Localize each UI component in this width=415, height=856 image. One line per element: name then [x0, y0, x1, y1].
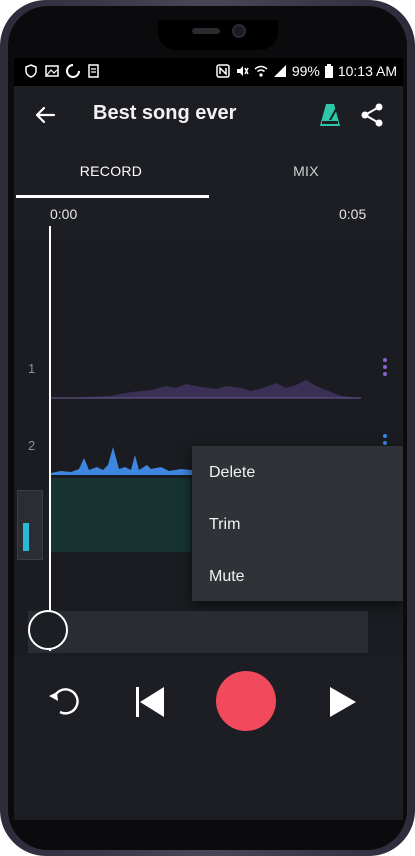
track-1-options-icon[interactable] — [383, 358, 389, 379]
play-icon[interactable] — [328, 685, 358, 719]
undo-icon[interactable] — [48, 686, 84, 718]
sync-icon — [66, 64, 80, 78]
track-2-region[interactable] — [51, 478, 191, 552]
time-end-label: 0:05 — [339, 206, 367, 222]
metronome-icon[interactable] — [318, 102, 342, 128]
notch — [158, 20, 278, 50]
mute-icon — [236, 66, 249, 76]
status-right-icons: 99% 10:13 AM — [216, 63, 397, 79]
input-level-meter — [17, 490, 43, 560]
transport-controls — [14, 658, 403, 820]
file-icon — [88, 64, 99, 78]
tab-record[interactable]: RECORD — [14, 144, 208, 198]
arrow-back-icon[interactable] — [32, 102, 58, 128]
menu-item-delete[interactable]: Delete — [209, 464, 255, 482]
shield-icon — [25, 64, 37, 78]
phone-frame: 99% 10:13 AM Best song ever RECORD MIX 0… — [0, 0, 415, 856]
track-1-number: 1 — [28, 361, 36, 376]
timeline-ruler: 0:00 0:05 — [14, 198, 403, 238]
input-level-fill — [23, 523, 29, 551]
tab-mix[interactable]: MIX — [209, 144, 403, 198]
track-2-number: 2 — [28, 438, 36, 453]
signal-icon — [273, 65, 286, 77]
record-button[interactable] — [216, 671, 276, 731]
scrub-track[interactable] — [28, 611, 368, 653]
nfc-icon — [216, 64, 230, 78]
page-title: Best song ever — [93, 102, 237, 124]
share-icon[interactable] — [359, 102, 385, 128]
track-context-menu: Delete Trim Mute — [192, 446, 403, 601]
battery-percent: 99% — [291, 63, 320, 79]
wifi-icon — [254, 65, 268, 77]
status-bar: 99% 10:13 AM — [14, 58, 403, 86]
app-bar: Best song ever — [14, 86, 403, 144]
skip-back-icon[interactable] — [134, 685, 166, 719]
image-icon — [45, 65, 59, 77]
screen: 99% 10:13 AM Best song ever RECORD MIX 0… — [14, 58, 403, 820]
earpiece-speaker — [192, 28, 220, 34]
playhead-line — [49, 226, 51, 651]
battery-icon — [324, 64, 333, 78]
tab-bar: RECORD MIX — [14, 144, 403, 198]
clock: 10:13 AM — [337, 63, 397, 79]
playhead-handle[interactable] — [28, 610, 68, 650]
menu-item-mute[interactable]: Mute — [209, 568, 245, 586]
time-start-label: 0:00 — [50, 206, 78, 222]
menu-item-trim[interactable]: Trim — [209, 516, 240, 534]
status-left-icons — [24, 64, 101, 78]
front-camera — [232, 24, 246, 38]
track-2-waveform[interactable] — [51, 443, 201, 475]
track-1-waveform[interactable] — [51, 370, 361, 400]
